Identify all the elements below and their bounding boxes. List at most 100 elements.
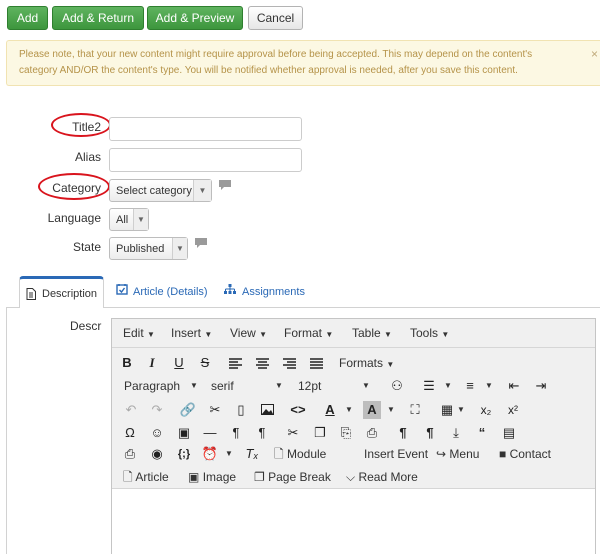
template-icon[interactable]: ⤓ [447,424,465,442]
bold-icon[interactable]: B [118,354,136,372]
preview-icon[interactable]: ◉ [148,445,166,463]
contact-button-label: Contact [509,447,551,461]
unlink-icon[interactable]: ✂ [206,401,224,419]
block-format-select[interactable]: Paragraph ▼ [124,377,202,395]
clear-formatting-icon[interactable]: Tₓ [243,445,261,463]
horizontal-rule-icon[interactable]: — [201,424,219,442]
insert-event-button[interactable]: Insert Event [364,445,428,463]
insert-event-button-label: Insert Event [364,447,429,461]
alias-input[interactable] [109,148,302,172]
align-right-icon[interactable] [283,358,296,369]
paste-icon[interactable]: ⎘ [337,424,355,442]
copy-pages-icon: ❐ [254,470,265,484]
title-input[interactable] [109,117,302,141]
tab-article-details[interactable]: Article (Details) [110,276,215,308]
bookmark-icon[interactable]: ▯ [232,401,250,419]
close-icon[interactable]: × [591,47,598,61]
text-color-icon[interactable]: A [321,401,339,419]
clock-icon[interactable]: ⏰ [201,445,219,463]
visual-chars-icon[interactable]: ¶ [421,424,439,442]
code-icon[interactable]: <> [289,401,307,419]
redo-icon[interactable]: ↷ [148,401,166,419]
language-select[interactable]: All ▼ [109,208,149,231]
link-icon[interactable]: 🔗 [179,401,197,419]
special-character-icon[interactable]: Ω [121,424,139,442]
caret-down-icon[interactable]: ▼ [457,405,465,414]
add-button[interactable]: Add [7,6,48,30]
add-and-return-button[interactable]: Add & Return [52,6,144,30]
numbered-list-icon[interactable]: ≡ [461,377,479,395]
tab-assignments[interactable]: Assignments [220,276,315,308]
font-family-select[interactable]: serif ▼ [211,377,287,395]
undo-icon[interactable]: ↶ [122,401,140,419]
contact-button[interactable]: ■ Contact [499,445,551,463]
font-size-value: 12pt [298,379,322,393]
tab-description[interactable]: Description [19,276,104,308]
cut-icon[interactable]: ✂ [284,424,302,442]
cancel-button[interactable]: Cancel [248,6,303,30]
caret-down-icon: ▼ [384,330,392,339]
indent-icon[interactable]: ⇥ [532,377,550,395]
module-button[interactable]: 🗋 Module [274,445,326,463]
image-icon[interactable] [261,404,274,415]
page-break-button[interactable]: ❐ Page Break [254,468,331,486]
copy-icon[interactable]: ❐ [311,424,329,442]
caret-down-icon[interactable]: ▼ [387,405,395,414]
align-center-icon[interactable] [256,358,269,369]
caret-down-icon[interactable]: ▼ [444,381,452,390]
chat-icon[interactable] [195,238,207,248]
article-file-icon: 🗋 [123,470,133,484]
fullscreen-icon[interactable]: ⛶ [406,401,424,419]
media-icon[interactable]: ▣ [175,424,193,442]
superscript-icon[interactable]: x² [504,401,522,419]
calendar-check-icon [116,284,128,295]
underline-icon[interactable]: U [170,354,188,372]
sitemap-icon [224,284,236,294]
add-and-preview-button[interactable]: Add & Preview [147,6,243,30]
align-left-icon[interactable] [229,358,242,369]
bullet-list-icon[interactable]: ☰ [420,377,438,395]
image-button[interactable]: ▣ Image [188,468,236,486]
menu-button[interactable]: ↪ Menu [436,445,479,463]
rtl-icon[interactable]: ¶ [253,424,271,442]
italic-icon[interactable]: I [143,354,161,372]
subscript-icon[interactable]: x₂ [477,401,495,419]
module-button-label: Module [287,447,327,461]
menu-insert[interactable]: Insert ▼ [171,326,212,340]
menu-table[interactable]: Table ▼ [352,326,392,340]
state-label: State [72,240,101,254]
align-justify-icon[interactable] [310,358,323,369]
pane-border [6,308,7,554]
article-button[interactable]: 🗋 Article [123,468,169,486]
read-more-button[interactable]: ⌵ Read More [346,468,418,486]
picture-icon: ▣ [188,470,200,484]
outdent-icon[interactable]: ⇤ [505,377,523,395]
find-replace-icon[interactable]: ⚇ [388,377,406,395]
menu-edit[interactable]: Edit ▼ [123,326,155,340]
caret-down-icon[interactable]: ▼ [225,449,233,458]
category-select[interactable]: Select category ▼ [109,179,212,202]
menu-tools[interactable]: Tools ▼ [410,326,449,340]
paste-text-icon[interactable]: ⎙ [363,424,381,442]
caret-down-icon[interactable]: ▼ [345,405,353,414]
formats-dropdown[interactable]: Formats ▼ [339,354,394,372]
page-break-button-label: Page Break [268,470,331,484]
emoticons-icon[interactable]: ☺ [148,424,166,442]
print-icon[interactable]: ⎙ [121,445,139,463]
chat-icon[interactable] [219,180,231,190]
caret-down-icon[interactable]: ▼ [485,381,493,390]
code-sample-icon[interactable]: {;} [175,445,193,463]
background-color-icon[interactable]: A [363,401,381,419]
show-blocks-icon[interactable]: ¶ [394,424,412,442]
table-icon[interactable]: ▦ [438,401,456,419]
visual-aid-icon[interactable]: ▤ [500,424,518,442]
state-select[interactable]: Published ▼ [109,237,188,260]
ltr-icon[interactable]: ¶ [227,424,245,442]
font-size-select[interactable]: 12pt ▼ [298,377,374,395]
document-icon [26,288,36,300]
menu-view[interactable]: View ▼ [230,326,267,340]
strikethrough-icon[interactable]: S [196,354,214,372]
blockquote-icon[interactable]: “ [473,424,491,442]
menu-format[interactable]: Format ▼ [284,326,333,340]
editor-content-area[interactable] [112,488,595,555]
